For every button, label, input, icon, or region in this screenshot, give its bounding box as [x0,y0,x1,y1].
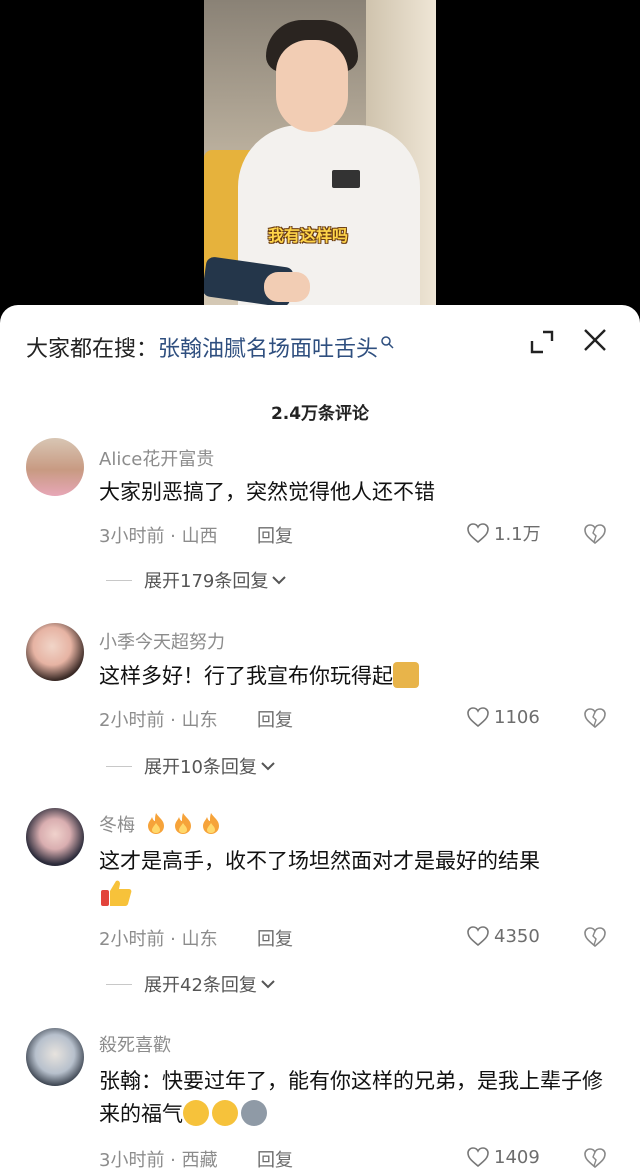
avatar[interactable] [26,1028,84,1086]
fire-icon [147,813,164,834]
like-count: 4350 [494,925,540,947]
person-hand [264,272,310,302]
expand-replies[interactable]: 展开42条回复 [106,972,276,996]
reply-button[interactable]: 回复 [257,925,293,951]
comment-text-body: 这才是高手，收不了场坦然面对才是最好的结果 [99,849,540,873]
heart-icon [467,707,489,728]
like-count: 1.1万 [494,524,541,545]
comment-username-label: 冬梅 [99,815,135,836]
comments-panel: 大家都在搜： 张翰油腻名场面吐舌头 2.4万条评论 Alice花开富贵 大家别恶… [0,305,640,1169]
thumbs-up-icon [101,880,132,906]
heart-eyes-emoji-icon [183,1100,209,1126]
divider-line [106,579,132,581]
comment-username[interactable]: 小季今天超努力 [99,628,225,654]
like-count: 1106 [494,706,540,728]
comment-text: 这样多好！行了我宣布你玩得起 [99,660,619,693]
sweater-logo [332,170,360,188]
chevron-down-icon [272,576,287,585]
dog-emoji-icon [393,662,419,688]
expand-replies-label: 展开179条回复 [144,571,269,592]
comment-meta: 2小时前 · 山东 [99,710,218,731]
like-button[interactable]: 1106 [466,704,540,730]
heart-eyes-emoji-icon [212,1100,238,1126]
heart-icon [467,523,489,544]
chevron-down-icon [261,980,275,989]
like-count: 1409 [494,1146,540,1168]
comment-username[interactable]: 冬梅 [99,811,222,837]
fire-icon [203,813,220,834]
like-button[interactable]: 4350 [466,923,540,949]
avatar[interactable] [26,808,84,866]
heart-icon [467,926,489,947]
close-icon[interactable] [582,327,608,353]
broken-heart-icon[interactable] [583,1146,607,1169]
comment-text: 大家别恶搞了，突然觉得他人还不错 [99,480,435,504]
avatar[interactable] [26,623,84,681]
comment-username[interactable]: 殺死喜歡 [99,1031,171,1057]
divider-line [106,765,132,767]
heart-icon [467,1147,489,1168]
husky-emoji-icon [241,1100,267,1126]
avatar[interactable] [26,438,84,496]
expand-icon[interactable] [529,329,555,355]
reply-button[interactable]: 回复 [257,522,293,548]
expand-replies[interactable]: 展开10条回复 [106,754,276,778]
broken-heart-icon[interactable] [583,706,607,730]
person-face [276,40,348,132]
comment-text-body: 这样多好！行了我宣布你玩得起 [99,664,393,688]
reply-button[interactable]: 回复 [257,706,293,732]
search-icon [381,336,394,349]
expand-replies[interactable]: 展开179条回复 [106,568,287,592]
search-suggestion[interactable]: 大家都在搜： 张翰油腻名场面吐舌头 [26,331,394,363]
expand-replies-label: 展开42条回复 [144,975,257,996]
comment-text: 张翰：快要过年了，能有你这样的兄弟，是我上辈子修来的福气 [99,1065,619,1131]
comment-username[interactable]: Alice花开富贵 [99,445,214,471]
expand-replies-label: 展开10条回复 [144,757,257,778]
fire-icon [175,813,192,834]
comment-meta: 2小时前 · 山东 [99,929,218,950]
reply-button[interactable]: 回复 [257,1146,293,1169]
comment-meta: 3小时前 · 山西 [99,526,218,547]
video-frame: 我有这样吗 [204,0,436,330]
divider-line [106,983,132,985]
chevron-down-icon [261,762,275,771]
broken-heart-icon[interactable] [583,925,607,949]
comment-text-body: 张翰：快要过年了，能有你这样的兄弟，是我上辈子修来的福气 [99,1069,603,1126]
comment-count: 2.4万条评论 [270,404,370,424]
video-caption: 我有这样吗 [268,226,349,245]
search-prefix: 大家都在搜： [26,337,159,362]
search-term[interactable]: 张翰油腻名场面吐舌头 [158,331,378,363]
broken-heart-icon[interactable] [583,522,607,546]
comment-meta: 3小时前 · 西藏 [99,1150,218,1169]
like-button[interactable]: 1409 [466,1144,540,1169]
like-button[interactable]: 1.1万 [466,520,541,546]
video-player[interactable]: 我有这样吗 [0,0,640,330]
comment-text: 这才是高手，收不了场坦然面对才是最好的结果 [99,845,619,912]
